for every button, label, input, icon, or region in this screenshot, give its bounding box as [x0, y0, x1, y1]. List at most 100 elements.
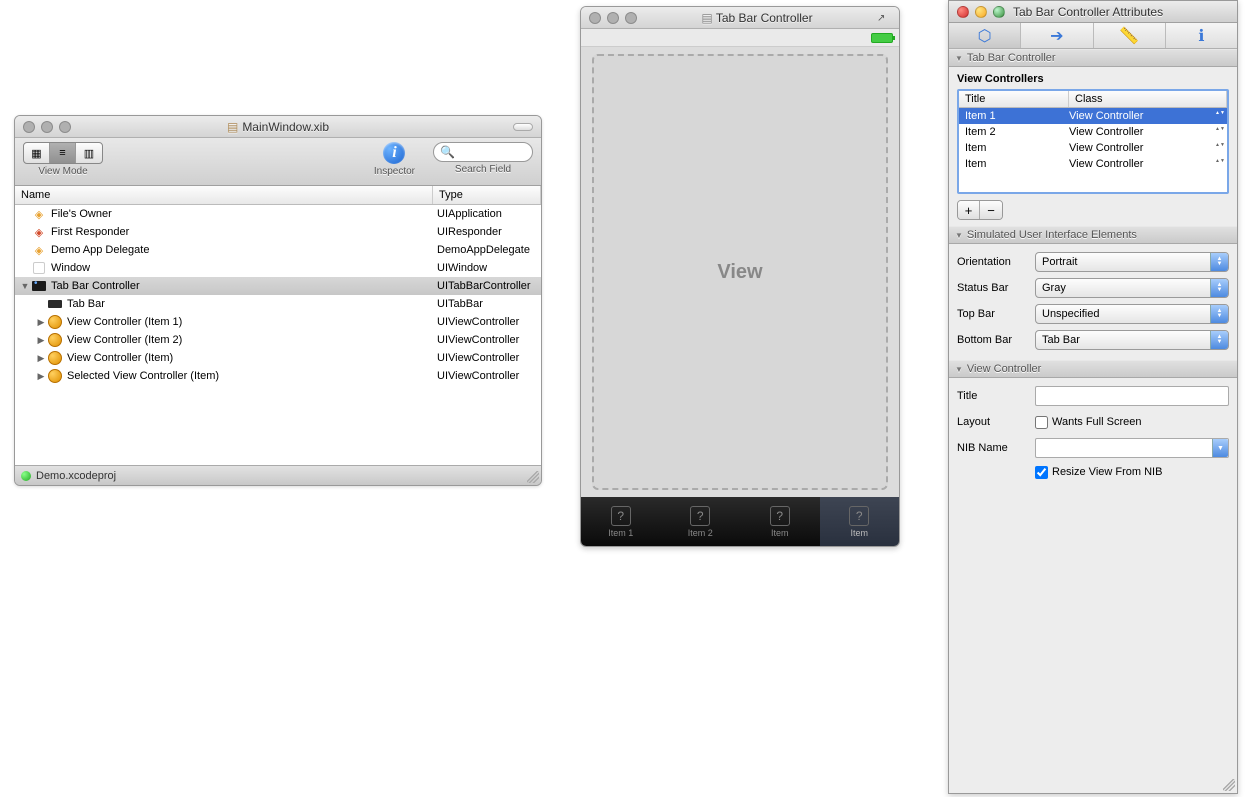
- statusbar-label: Status Bar: [957, 282, 1035, 294]
- view-controller-icon: [47, 332, 63, 348]
- row-name: Tab Bar Controller: [51, 280, 140, 292]
- view-placeholder[interactable]: View: [592, 54, 888, 490]
- resize-grip-icon[interactable]: [527, 471, 539, 483]
- connections-icon: ➔: [1050, 26, 1063, 46]
- view-mode-segmented-control[interactable]: ▦ ≡ ▥: [23, 142, 103, 164]
- column-header-type[interactable]: Type: [433, 186, 541, 204]
- tab-placeholder-icon: ?: [690, 506, 710, 526]
- toolbar-toggle-icon[interactable]: [513, 123, 533, 131]
- zoom-window-icon[interactable]: [625, 12, 637, 24]
- row-name: View Controller (Item): [67, 352, 173, 364]
- view-mode-column-button[interactable]: ▥: [76, 143, 102, 163]
- outline-view[interactable]: ◈File's OwnerUIApplication◈ First Respond…: [15, 205, 541, 465]
- view-mode-icon-button[interactable]: ▦: [24, 143, 50, 163]
- stepper-icon[interactable]: ▲▼: [1215, 142, 1225, 154]
- size-tab[interactable]: 📏: [1094, 23, 1166, 48]
- remove-button[interactable]: −: [980, 201, 1002, 219]
- main-window-titlebar[interactable]: ▤ MainWindow.xib: [15, 116, 541, 138]
- close-window-icon[interactable]: [589, 12, 601, 24]
- search-input[interactable]: 🔍: [433, 142, 533, 162]
- row-name: Tab Bar: [67, 298, 105, 310]
- view-mode-label: View Mode: [38, 166, 87, 177]
- tab-bar-item[interactable]: ? Item: [740, 497, 820, 546]
- title-input[interactable]: [1035, 386, 1229, 406]
- orientation-select[interactable]: Portrait ▲▼: [1035, 252, 1229, 272]
- close-window-icon[interactable]: [957, 6, 969, 18]
- outline-row[interactable]: ◈Demo App DelegateDemoAppDelegate: [15, 241, 541, 259]
- arrow-icon[interactable]: ↗: [877, 13, 891, 23]
- outline-row[interactable]: ▶Selected View Controller (Item)UIViewCo…: [15, 367, 541, 385]
- resize-view-input[interactable]: [1035, 466, 1048, 479]
- outline-row[interactable]: ◈ First Responder UIResponder: [15, 223, 541, 241]
- zoom-window-icon[interactable]: [993, 6, 1005, 18]
- outline-row[interactable]: ◈File's OwnerUIApplication: [15, 205, 541, 223]
- outline-row[interactable]: ▶View Controller (Item 2)UIViewControlle…: [15, 331, 541, 349]
- tab-bar-item[interactable]: ?Item: [820, 497, 900, 546]
- wants-full-screen-input[interactable]: [1035, 416, 1048, 429]
- resize-grip-icon[interactable]: [1223, 779, 1235, 791]
- simulator-window: ▤ Tab Bar Controller ↗ View ?Item 1? Item…: [580, 6, 900, 547]
- inspector-label: Inspector: [374, 166, 415, 177]
- vc-row-class: View Controller: [1069, 158, 1221, 170]
- vc-table-row[interactable]: Item 1View Controller▲▼: [959, 108, 1227, 124]
- tab-label: Item 2: [688, 528, 713, 538]
- vc-table-row[interactable]: ItemView Controller▲▼: [959, 156, 1227, 172]
- inspector-button[interactable]: i: [383, 142, 405, 164]
- section-body-sui: Orientation Portrait ▲▼ Status Bar Gray …: [949, 244, 1237, 360]
- disclosure-triangle-icon[interactable]: ▶: [35, 371, 47, 382]
- vc-table-row[interactable]: Item 2View Controller▲▼: [959, 124, 1227, 140]
- simulator-title: ▤ Tab Bar Controller: [637, 11, 877, 25]
- section-header-sui[interactable]: ▼ Simulated User Interface Elements: [949, 226, 1237, 244]
- attributes-icon: ⬡: [978, 26, 992, 46]
- section-title-sui: Simulated User Interface Elements: [967, 229, 1137, 241]
- stepper-icon[interactable]: ▲▼: [1215, 158, 1225, 170]
- stepper-icon[interactable]: ▲▼: [1215, 110, 1225, 122]
- identity-tab[interactable]: ℹ: [1166, 23, 1237, 48]
- resize-view-checkbox[interactable]: Resize View From NIB: [1035, 466, 1162, 479]
- main-window-statusbar: Demo.xcodeproj: [15, 465, 541, 485]
- view-mode-list-button[interactable]: ≡: [50, 143, 76, 163]
- simulator-titlebar[interactable]: ▤ Tab Bar Controller ↗: [581, 7, 899, 29]
- tab-placeholder-icon: ?: [770, 506, 790, 526]
- tab-bar-item[interactable]: ?Item 1: [581, 497, 661, 546]
- tab-bar-item[interactable]: ? Item 2: [661, 497, 741, 546]
- topbar-select[interactable]: Unspecified ▲▼: [1035, 304, 1229, 324]
- minimize-window-icon[interactable]: [975, 6, 987, 18]
- add-button[interactable]: +: [958, 201, 980, 219]
- column-header-name[interactable]: Name: [15, 186, 433, 204]
- vc-table-row[interactable]: ItemView Controller▲▼: [959, 140, 1227, 156]
- select-arrows-icon: ▲▼: [1210, 279, 1228, 297]
- stepper-icon[interactable]: ▲▼: [1215, 126, 1225, 138]
- inspector-titlebar[interactable]: Tab Bar Controller Attributes: [949, 1, 1237, 23]
- outline-row[interactable]: ▶View Controller (Item)UIViewController: [15, 349, 541, 367]
- outline-row[interactable]: Tab BarUITabBar: [15, 295, 541, 313]
- bottombar-select[interactable]: Tab Bar ▲▼: [1035, 330, 1229, 350]
- disclosure-triangle-icon[interactable]: ▼: [19, 281, 31, 291]
- row-type: UIResponder: [433, 226, 537, 238]
- disclosure-triangle-icon[interactable]: ▶: [35, 335, 47, 346]
- vc-column-title[interactable]: Title: [959, 91, 1069, 107]
- tab-label: Item: [771, 528, 789, 538]
- connections-tab[interactable]: ➔: [1021, 23, 1093, 48]
- statusbar-select[interactable]: Gray ▲▼: [1035, 278, 1229, 298]
- cube-icon: ◈: [31, 224, 47, 240]
- outline-row[interactable]: WindowUIWindow: [15, 259, 541, 277]
- disclosure-triangle-icon[interactable]: ▶: [35, 317, 47, 328]
- tabbar-icon: [47, 296, 63, 312]
- section-header-tbc[interactable]: ▼ Tab Bar Controller: [949, 49, 1237, 67]
- disclosure-triangle-icon[interactable]: ▶: [35, 353, 47, 364]
- wants-full-screen-checkbox[interactable]: Wants Full Screen: [1035, 416, 1141, 429]
- outline-row[interactable]: ▶View Controller (Item 1)UIViewControlle…: [15, 313, 541, 331]
- topbar-label: Top Bar: [957, 308, 1035, 320]
- row-type: UIWindow: [433, 262, 537, 274]
- project-name[interactable]: Demo.xcodeproj: [36, 470, 116, 482]
- section-header-vc[interactable]: ▼ View Controller: [949, 360, 1237, 378]
- nib-name-combo[interactable]: ▼: [1035, 438, 1229, 458]
- vc-row-title: Item 1: [965, 110, 1069, 122]
- view-controllers-table[interactable]: Title Class Item 1View Controller▲▼Item …: [957, 89, 1229, 194]
- attributes-tab[interactable]: ⬡: [949, 23, 1021, 48]
- row-name: First Responder: [51, 226, 129, 238]
- vc-column-class[interactable]: Class: [1069, 91, 1227, 107]
- outline-row[interactable]: ▼Tab Bar ControllerUITabBarController: [15, 277, 541, 295]
- minimize-window-icon[interactable]: [607, 12, 619, 24]
